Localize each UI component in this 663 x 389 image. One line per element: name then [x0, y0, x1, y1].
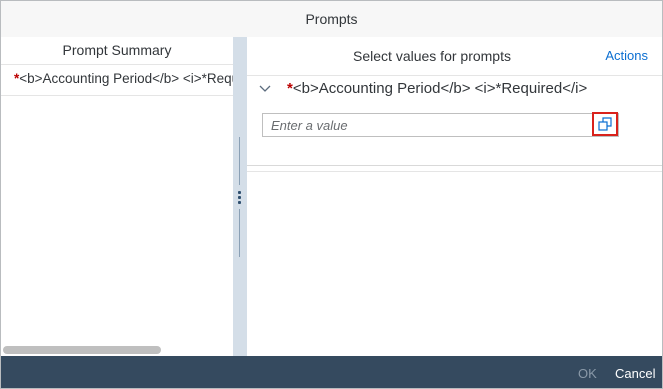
splitter-line-top: [239, 137, 240, 185]
splitter-line-bottom: [239, 209, 240, 257]
select-values-header: Select values for prompts Actions: [247, 37, 662, 76]
dialog-footer: OK Cancel: [1, 356, 662, 388]
section-divider: [247, 165, 662, 166]
splitter-grip-dot: [238, 191, 241, 194]
value-help-icon: [598, 117, 612, 131]
dialog-title: Prompts: [1, 1, 662, 38]
splitter-grip-dot: [238, 196, 241, 199]
pane-splitter[interactable]: [233, 37, 247, 356]
prompt-value-field: [262, 112, 619, 137]
prompt-value-input[interactable]: [263, 114, 589, 136]
actions-link[interactable]: Actions: [605, 37, 648, 75]
prompt-label: <b>Accounting Period</b> <i>*Required</i…: [292, 80, 588, 97]
value-help-button[interactable]: [592, 112, 618, 136]
prompt-summary-header: Prompt Summary: [1, 37, 233, 65]
ok-button[interactable]: OK: [578, 356, 597, 388]
select-values-pane: Select values for prompts Actions *<b>Ac…: [247, 37, 662, 356]
prompt-summary-item-label: <b>Accounting Period</b> <i>*Required</i…: [19, 71, 233, 86]
prompts-dialog: Prompts Prompt Summary *<b>Accounting Pe…: [0, 0, 663, 389]
horizontal-scrollbar[interactable]: [3, 346, 161, 354]
prompt-summary-pane: Prompt Summary *<b>Accounting Period</b>…: [1, 37, 233, 356]
select-values-title: Select values for prompts: [353, 48, 511, 64]
section-divider: [247, 171, 662, 172]
prompt-heading[interactable]: *<b>Accounting Period</b> <i>*Required</…: [259, 78, 587, 100]
splitter-grip-dot: [238, 201, 241, 204]
cancel-button[interactable]: Cancel: [615, 356, 655, 388]
chevron-down-icon[interactable]: [259, 78, 273, 100]
prompt-summary-item[interactable]: *<b>Accounting Period</b> <i>*Required</…: [1, 65, 233, 96]
